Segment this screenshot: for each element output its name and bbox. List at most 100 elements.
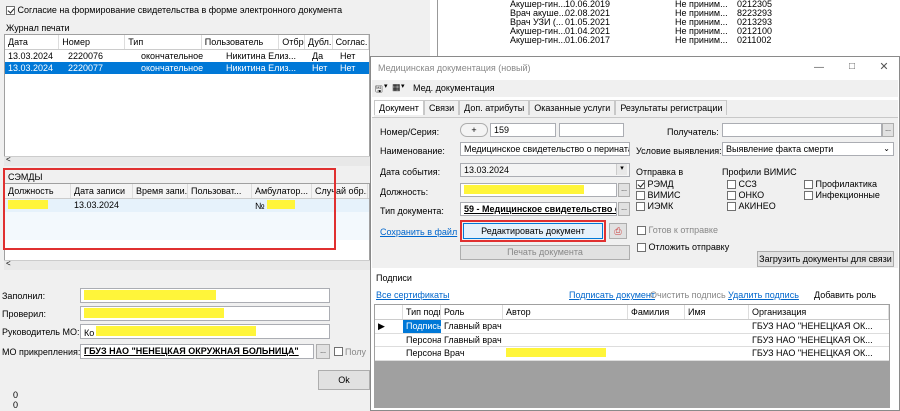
iemk-checkbox[interactable] bbox=[636, 202, 645, 212]
tab-document[interactable]: Документ bbox=[374, 100, 424, 115]
zero-value-1: 0 bbox=[13, 390, 19, 400]
chevron-down-icon[interactable]: ⌄ bbox=[883, 144, 890, 153]
profile-infectious[interactable]: Инфекционные bbox=[804, 190, 894, 201]
minimize-icon[interactable]: — bbox=[812, 62, 826, 74]
maximize-icon[interactable]: □ bbox=[845, 61, 859, 73]
signature-row[interactable]: Персональн... Главный врач ГБУЗ НАО "НЕН… bbox=[375, 334, 889, 347]
filled-field[interactable] bbox=[80, 288, 330, 303]
mo-lookup-button[interactable]: ... bbox=[316, 344, 330, 359]
profile-prevention[interactable]: Профилактика bbox=[804, 179, 894, 190]
postpone-send-row[interactable]: Отложить отправку bbox=[637, 242, 729, 253]
mo-field[interactable]: ГБУЗ НАО "НЕНЕЦКАЯ ОКРУЖНАЯ БОЛЬНИЦА" bbox=[80, 344, 314, 359]
send-to-label: Отправка в bbox=[636, 167, 684, 177]
send-option-remd[interactable]: РЭМД bbox=[636, 179, 716, 190]
all-certificates-link[interactable]: Все сертификаты bbox=[376, 290, 449, 300]
profile-onko[interactable]: ОНКО bbox=[727, 190, 797, 201]
sign-document-link[interactable]: Подписать документ bbox=[569, 290, 655, 300]
journal-grid[interactable]: Дата Номер Тип Пользователь Отбр... Дубл… bbox=[4, 34, 370, 162]
akineo-checkbox[interactable] bbox=[727, 202, 736, 212]
position-field[interactable] bbox=[460, 183, 617, 197]
tab-extra-attributes[interactable]: Доп. атрибуты bbox=[459, 100, 530, 115]
signatures-grid-header: Тип подписи Роль Автор Фамилия Имя Орган… bbox=[375, 305, 889, 320]
structure-icon[interactable]: ▦ bbox=[392, 82, 401, 93]
send-option-iemk[interactable]: ИЭМК bbox=[636, 201, 716, 212]
number-plus-button[interactable]: + bbox=[460, 123, 488, 137]
doc-type-field[interactable]: 59 - Медицинское свидетельство о bbox=[460, 202, 617, 216]
scroll-left-icon[interactable]: < bbox=[6, 259, 11, 268]
sig-col-role[interactable]: Роль bbox=[441, 305, 503, 319]
save-icon[interactable]: 🖫 bbox=[375, 82, 383, 98]
signatures-grid[interactable]: Тип подписи Роль Автор Фамилия Имя Орган… bbox=[374, 304, 890, 408]
calendar-dropdown-icon[interactable]: ▾ bbox=[616, 164, 627, 175]
head-field[interactable]: Ко bbox=[80, 324, 330, 339]
recipient-field[interactable] bbox=[722, 123, 882, 137]
sig-col-indicator bbox=[375, 305, 403, 319]
journal-col-number[interactable]: Номер bbox=[59, 35, 126, 49]
scroll-left-icon[interactable]: < bbox=[6, 155, 11, 164]
series-field[interactable] bbox=[559, 123, 624, 137]
journal-hscrollbar[interactable]: < bbox=[4, 155, 370, 166]
postpone-send-checkbox[interactable] bbox=[637, 243, 646, 253]
journal-col-duplicate[interactable]: Дубл... bbox=[305, 35, 333, 49]
tab-registration-results[interactable]: Результаты регистрации bbox=[615, 100, 728, 115]
checked-field[interactable] bbox=[80, 306, 330, 321]
event-date-field[interactable]: 13.03.2024 ▾ bbox=[460, 163, 630, 177]
load-docs-button[interactable]: Загрузить документы для связи bbox=[757, 251, 894, 267]
onko-checkbox[interactable] bbox=[727, 191, 736, 201]
doc-type-lookup-button[interactable]: ... bbox=[618, 202, 630, 216]
sig-cell bbox=[503, 320, 628, 333]
sig-col-lastname[interactable]: Фамилия bbox=[628, 305, 685, 319]
semd-hscrollbar[interactable]: < bbox=[4, 259, 370, 270]
mo-label: МО прикрепления: bbox=[2, 347, 81, 357]
journal-col-date[interactable]: Дата bbox=[5, 35, 60, 49]
mo-checkbox[interactable] bbox=[334, 347, 343, 357]
dropdown-icon[interactable]: ▾ bbox=[384, 82, 388, 90]
zero-value-2: 0 bbox=[13, 400, 19, 410]
signature-row[interactable]: ▶ Подпись ме... Главный врач ГБУЗ НАО "Н… bbox=[375, 320, 889, 334]
ssz-checkbox[interactable] bbox=[727, 180, 736, 190]
print-document-button[interactable]: Печать документа bbox=[460, 245, 630, 260]
infectious-checkbox[interactable] bbox=[804, 191, 813, 201]
toolbar-med-doc-label[interactable]: Мед. документация bbox=[413, 83, 495, 93]
delete-signature-link[interactable]: Удалить подпись bbox=[728, 290, 799, 300]
journal-col-user[interactable]: Пользователь bbox=[202, 35, 280, 49]
sig-col-organization[interactable]: Организация bbox=[749, 305, 889, 319]
vimis-checkbox[interactable] bbox=[636, 191, 645, 201]
close-icon[interactable]: ✕ bbox=[877, 60, 891, 73]
tab-links[interactable]: Связи bbox=[423, 100, 460, 115]
ready-to-send-checkbox[interactable] bbox=[637, 226, 646, 236]
condition-select[interactable]: Выявление факта смерти ⌄ bbox=[722, 142, 894, 156]
background-list-row[interactable]: Акушер-гин...01.06.2017 Не приним... 02110… bbox=[510, 36, 771, 45]
semd-highlight-frame bbox=[3, 168, 336, 250]
journal-col-type[interactable]: Тип bbox=[125, 35, 202, 49]
recipient-lookup-button[interactable]: ... bbox=[882, 123, 894, 137]
ready-to-send-row[interactable]: Готов к отправке bbox=[637, 225, 718, 236]
edit-document-highlight bbox=[460, 220, 606, 242]
name-field[interactable]: Медицинское свидетельство о перинаталь bbox=[460, 142, 630, 156]
tab-services[interactable]: Оказанные услуги bbox=[529, 100, 616, 115]
journal-col-rejected[interactable]: Отбр... bbox=[279, 35, 306, 49]
ok-button[interactable]: Ok bbox=[318, 370, 370, 390]
clear-signature-link[interactable]: Очистить подпись bbox=[650, 290, 726, 300]
journal-row-selected[interactable]: 13.03.2024 2220077 окончательное Никитин… bbox=[5, 62, 369, 74]
dropdown-icon[interactable]: ▾ bbox=[401, 82, 405, 90]
signature-row[interactable]: Персональн... Врач ГБУЗ НАО "НЕНЕЦКАЯ ОК… bbox=[375, 347, 889, 361]
sig-col-type[interactable]: Тип подписи bbox=[403, 305, 441, 319]
print-preview-icon[interactable]: ⎙ bbox=[609, 223, 627, 239]
profile-ssz[interactable]: ССЗ bbox=[727, 179, 797, 190]
add-role-button[interactable]: Добавить роль bbox=[814, 290, 876, 300]
prevention-checkbox[interactable] bbox=[804, 180, 813, 190]
journal-col-consent[interactable]: Соглас... bbox=[333, 35, 369, 49]
sig-col-firstname[interactable]: Имя bbox=[685, 305, 749, 319]
profile-akineo[interactable]: АКИНЕО bbox=[727, 201, 797, 212]
save-to-file-link[interactable]: Сохранить в файл bbox=[380, 227, 457, 237]
number-field[interactable]: 159 bbox=[490, 123, 556, 137]
position-lookup-button[interactable]: ... bbox=[618, 183, 630, 197]
remd-checkbox[interactable] bbox=[636, 180, 645, 190]
consent-checkbox[interactable] bbox=[6, 6, 15, 16]
consent-checkbox-row[interactable]: Согласие на формирование свидетельства в… bbox=[6, 5, 342, 16]
sig-col-author[interactable]: Автор bbox=[503, 305, 628, 319]
sig-cell bbox=[628, 347, 685, 360]
send-option-vimis[interactable]: ВИМИС bbox=[636, 190, 716, 201]
journal-row[interactable]: 13.03.2024 2220076 окончательное Никитин… bbox=[5, 50, 369, 62]
